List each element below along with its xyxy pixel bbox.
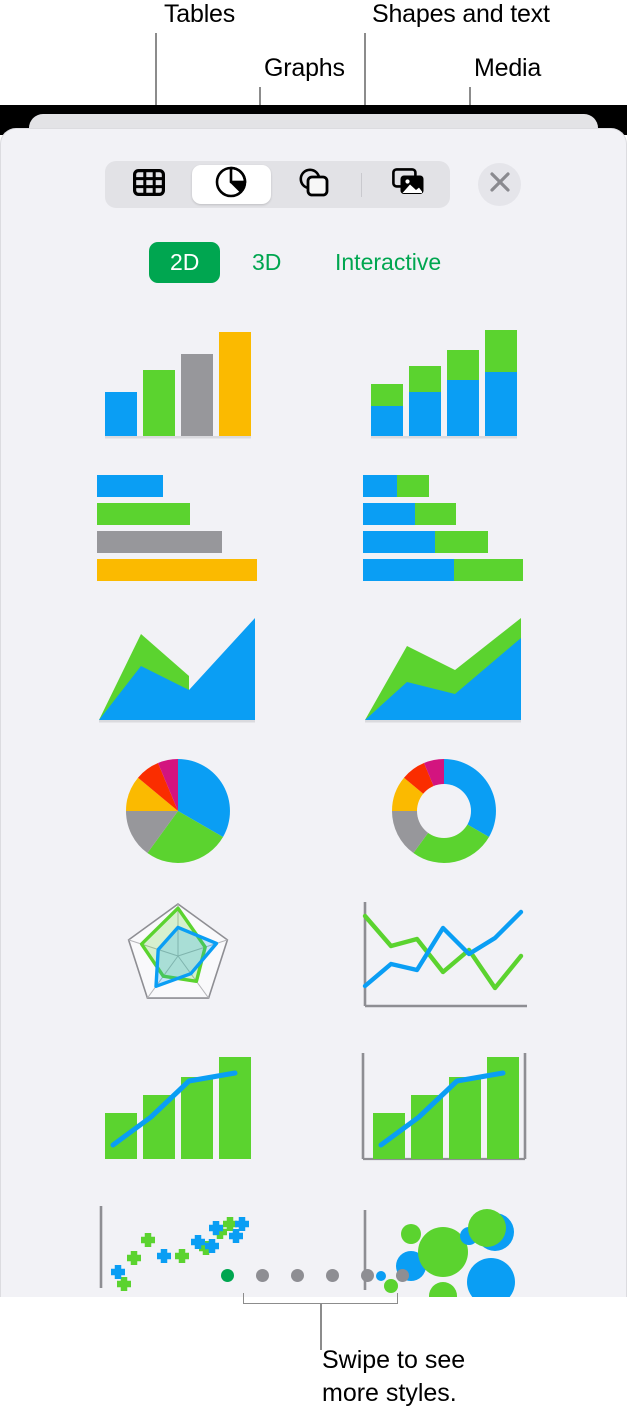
chart-thumb-stacked-area-chart[interactable]	[349, 604, 549, 729]
callout-label-tables: Tables	[164, 0, 236, 28]
page-dot-2[interactable]	[255, 1269, 269, 1282]
chart-thumb-area-chart[interactable]	[83, 604, 283, 729]
page-dot-4[interactable]	[325, 1269, 339, 1282]
page-dot-6[interactable]	[395, 1269, 409, 1282]
chart-thumb-combo-chart-two-axes[interactable]	[349, 1039, 549, 1164]
tab-2d[interactable]: 2D	[149, 242, 221, 283]
chart-thumb-radar-chart[interactable]	[83, 894, 283, 1019]
chart-thumb-pie-chart[interactable]	[83, 749, 283, 874]
callout-label-shapes: Shapes and text	[372, 0, 550, 28]
toolbar-button-graphs[interactable]	[192, 165, 271, 204]
tab-3d[interactable]: 3D	[252, 249, 281, 276]
insert-popover-panel: 2D 3D Interactive	[0, 128, 627, 1297]
callout-bracket-swipe	[243, 1293, 398, 1304]
pie-chart-icon	[215, 166, 247, 203]
chart-thumb-stacked-bar-chart[interactable]	[349, 459, 549, 584]
chart-thumb-combo-chart[interactable]	[83, 1039, 283, 1164]
tab-interactive[interactable]: Interactive	[335, 249, 441, 276]
chart-picker-screen: Tables Graphs Shapes and text Media 2D 3…	[0, 0, 627, 1423]
page-indicator-dots	[1, 1269, 626, 1282]
chart-style-grid	[1, 314, 626, 1297]
chart-thumb-bar-chart[interactable]	[83, 459, 283, 584]
grid-row	[1, 459, 626, 604]
toolbar-button-tables[interactable]	[110, 165, 188, 204]
toolbar-divider	[360, 172, 362, 197]
grid-row	[1, 894, 626, 1039]
chart-thumb-stacked-column-chart[interactable]	[349, 314, 549, 439]
page-dot-1[interactable]	[220, 1269, 234, 1282]
chart-thumb-column-chart[interactable]	[83, 314, 283, 439]
grid-row	[1, 604, 626, 749]
chart-thumb-donut-chart[interactable]	[349, 749, 549, 874]
callout-label-graphs: Graphs	[264, 54, 345, 82]
callout-label-media: Media	[474, 54, 542, 82]
page-dot-3[interactable]	[290, 1269, 304, 1282]
grid-row	[1, 1039, 626, 1184]
grid-row	[1, 314, 626, 459]
page-dot-5[interactable]	[360, 1269, 374, 1282]
shapes-icon	[298, 167, 330, 202]
callout-label-swipe: Swipe to see more styles.	[322, 1346, 466, 1407]
toolbar-button-shapes[interactable]	[275, 165, 353, 204]
toolbar-button-media[interactable]	[370, 165, 448, 204]
chart-thumb-line-chart[interactable]	[349, 894, 549, 1019]
insert-type-toolbar	[105, 161, 450, 208]
close-icon	[489, 171, 511, 198]
media-photos-icon	[391, 168, 426, 201]
grid-row	[1, 749, 626, 894]
close-button[interactable]	[478, 163, 521, 206]
table-grid-icon	[133, 168, 166, 201]
